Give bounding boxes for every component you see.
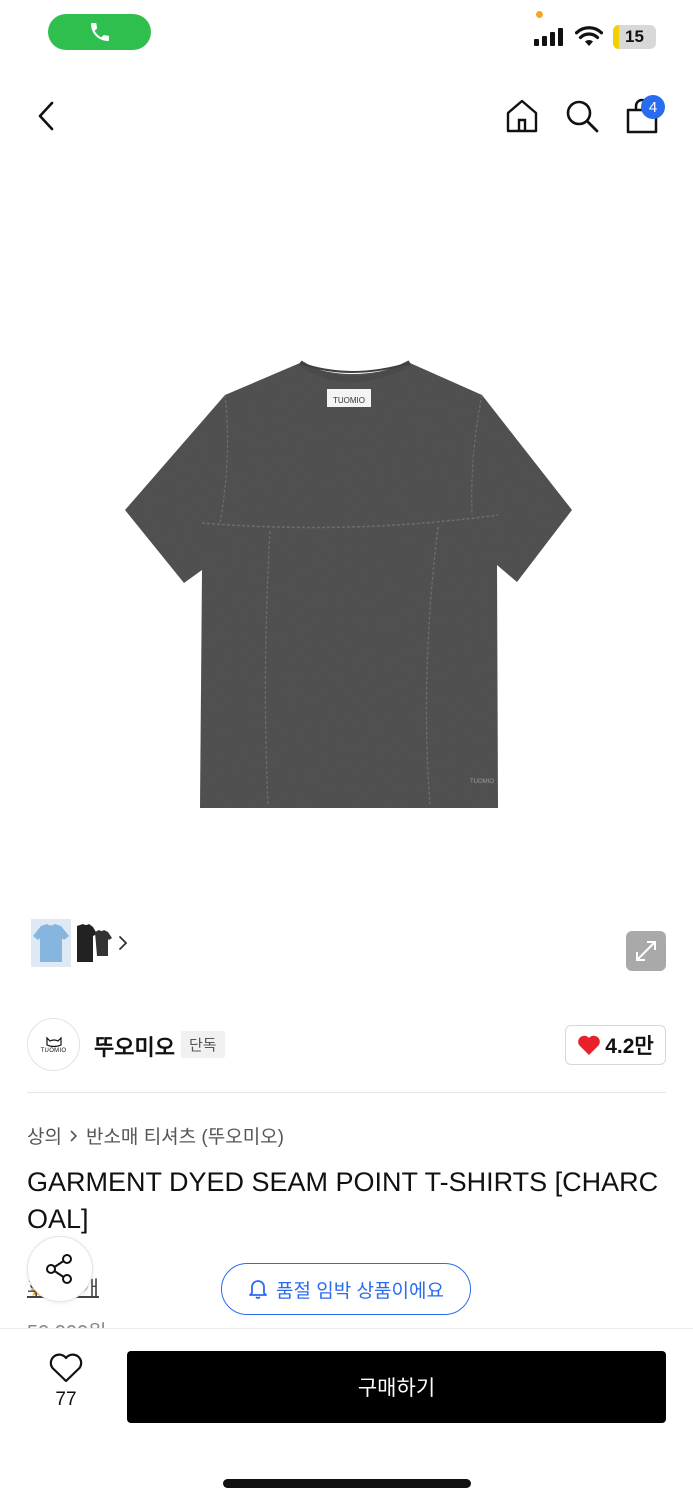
- heart-filled-icon: [578, 1035, 601, 1055]
- wishlist-count: 77: [55, 1389, 77, 1410]
- privacy-indicator-dot: [536, 11, 543, 18]
- brand-name[interactable]: 뚜오미오: [94, 1030, 175, 1062]
- expand-icon: [636, 941, 656, 961]
- low-stock-notice[interactable]: 품절 임박 상품이에요: [221, 1263, 471, 1315]
- active-call-indicator[interactable]: [48, 14, 151, 50]
- neck-label-text: TUOMIO: [333, 396, 365, 405]
- brand-logo[interactable]: TUOMIO: [27, 1018, 80, 1071]
- top-navigation: [0, 88, 693, 148]
- share-button[interactable]: [27, 1236, 93, 1302]
- phone-icon: [90, 23, 109, 41]
- heart-icon: [49, 1353, 83, 1383]
- search-icon: [566, 100, 599, 133]
- thumbnail-black[interactable]: [73, 919, 113, 967]
- tshirt-thumbnail-icon: [33, 923, 69, 962]
- exclusive-tag: 단독: [181, 1031, 225, 1058]
- wishlist-button[interactable]: 77: [42, 1353, 90, 1419]
- breadcrumb: 상의 반소매 티셔츠 (뚜오미오): [27, 1122, 284, 1149]
- home-indicator[interactable]: [223, 1479, 471, 1488]
- brand-logo-text: TUOMIO: [40, 1048, 67, 1054]
- product-title: GARMENT DYED SEAM POINT T-SHIRTS [CHARCO…: [27, 1167, 659, 1234]
- zoom-button[interactable]: [626, 931, 666, 971]
- wifi-icon: [575, 26, 603, 46]
- battery-level: 15: [625, 27, 644, 46]
- chevron-right-icon: [119, 935, 128, 950]
- thumbnail-strip[interactable]: [27, 914, 137, 971]
- low-stock-text: 품절 임박 상품이에요: [276, 1280, 444, 1302]
- status-bar: 15: [0, 0, 693, 64]
- tshirt-thumbnail-icon: [77, 923, 112, 962]
- hem-label-text: TUOMIO: [470, 779, 494, 785]
- cart-count-badge: 4: [641, 95, 665, 119]
- share-icon: [46, 1254, 72, 1284]
- home-button[interactable]: [500, 94, 544, 138]
- buy-button[interactable]: 구매하기: [127, 1351, 666, 1423]
- product-image[interactable]: TUOMIO TUOMIO: [120, 355, 580, 815]
- back-button[interactable]: [25, 94, 69, 138]
- brand-row[interactable]: TUOMIO 뚜오미오 단독 4.2만: [27, 1018, 666, 1072]
- breadcrumb-category[interactable]: 상의: [27, 1122, 62, 1149]
- bottom-action-bar: 77 구매하기: [0, 1328, 693, 1500]
- brand-like-count: 4.2만: [605, 1035, 654, 1058]
- cat-logo-icon: [45, 1036, 62, 1047]
- thumbnail-blue[interactable]: [31, 918, 71, 967]
- divider: [27, 1092, 666, 1093]
- chevron-left-icon: [38, 101, 54, 131]
- home-icon: [506, 99, 538, 133]
- battery-icon: 15: [613, 25, 656, 49]
- search-button[interactable]: [560, 94, 604, 138]
- brand-like-button[interactable]: 4.2만: [565, 1025, 666, 1065]
- bell-icon: [249, 1280, 267, 1299]
- cellular-signal-icon: [534, 28, 563, 46]
- chevron-right-icon: [70, 1129, 78, 1142]
- breadcrumb-subcategory[interactable]: 반소매 티셔츠 (뚜오미오): [86, 1122, 284, 1149]
